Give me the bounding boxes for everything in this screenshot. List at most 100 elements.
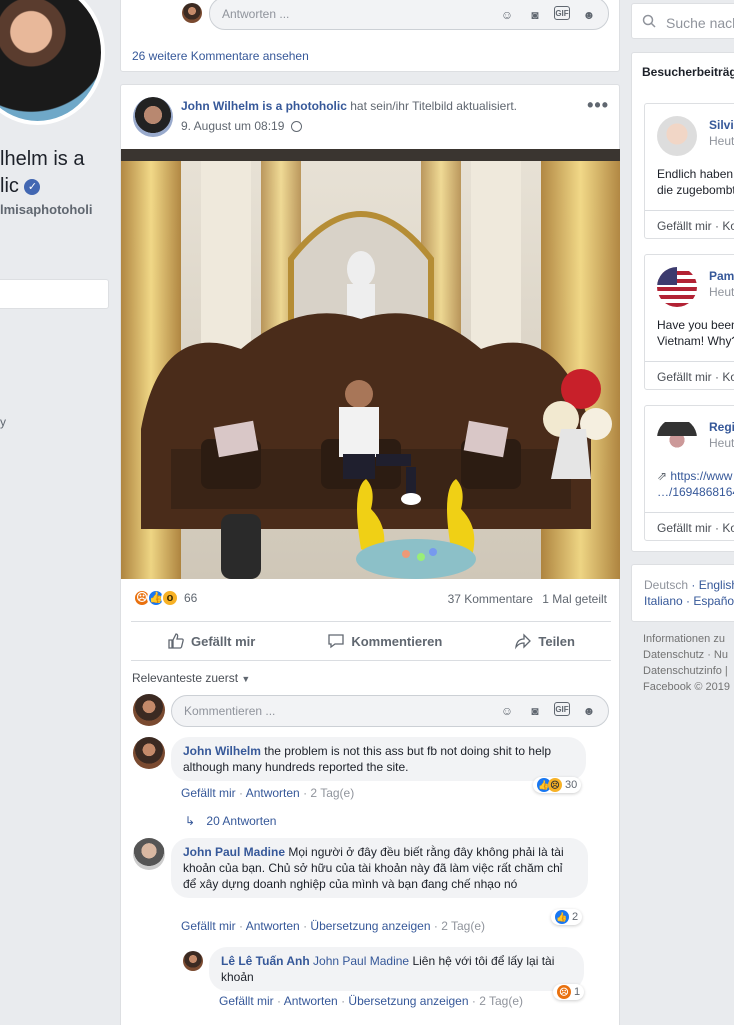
visitor-link[interactable]: …/1694868164 [657,484,734,500]
footer-links: Informationen zu Datenschutz · Nu Datens… [643,631,730,695]
comment-input[interactable]: Kommentieren ... ☺ ◙ GIF ☻ [171,695,609,727]
footer-link[interactable]: Datenschutz · Nu [643,647,730,663]
comment-reply-link[interactable]: Antworten [246,919,300,933]
reaction-number: 1 [574,986,581,998]
post-stats: 37 Kommentare 1 Mal geteilt [448,592,607,606]
visitor-text-line: Endlich haben [657,167,734,181]
post-card: John Wilhelm is a photoholic hat sein/ih… [120,84,620,1025]
share-label: Teilen [538,633,575,649]
reply-actions: Gefällt mir · Antworten · Übersetzung an… [219,994,524,1008]
reply-reply-link[interactable]: Antworten [284,994,338,1008]
visitor-time[interactable]: Heute [709,436,734,450]
share-icon: ⇗ [657,469,668,483]
comment-author[interactable]: John Paul Madine [183,845,285,859]
reply-avatar [182,3,202,23]
comment-like-link[interactable]: Gefällt mir [181,919,236,933]
reply-reaction-count[interactable]: ☹ 1 [553,984,585,1000]
visitor-name[interactable]: Regi [709,420,734,434]
emoji-icon[interactable]: ☺ [498,702,516,720]
comments-count[interactable]: 37 Kommentare [448,592,533,606]
visitor-time[interactable]: Heute [709,134,734,148]
comment-like-link[interactable]: Gefällt mir [181,786,236,800]
footer-link[interactable]: Informationen zu [643,631,730,647]
cover-photo-illustration [121,149,620,579]
thumbs-up-icon [168,633,184,649]
share-button[interactable]: Teilen [514,632,575,650]
cover-photo[interactable] [121,149,620,579]
search-input[interactable]: Suche nach [631,3,734,39]
visitor-post: Silvi Heute Endlich haben die zugebombt … [644,103,734,239]
like-button[interactable]: Gefällt mir [167,632,255,650]
post-date[interactable]: 9. August um 08:19 [181,119,284,133]
footer-copyright: Facebook © 2019 [643,681,730,693]
left-tick: y [0,415,6,429]
like-reaction-icon: 👍 [555,910,569,924]
left-column: lhelm is a lic ✓ lmisaphotoholi y [0,0,112,1025]
post-menu-button[interactable]: ••• [587,95,609,116]
comment-avatar[interactable] [133,737,165,769]
flag-canton [657,267,677,285]
language-option[interactable]: English [699,578,734,592]
comment-label: Kommentieren [351,633,443,649]
profile-picture[interactable] [0,0,105,125]
left-nav-box[interactable] [0,279,109,309]
language-row: Italiano · Españo [644,594,734,608]
sticker-icon[interactable]: ☻ [580,6,598,24]
reply-time[interactable]: 2 Tag(e) [479,994,523,1008]
like-label: Gefällt mir [191,633,256,649]
emoji-icon[interactable]: ☺ [498,6,516,24]
profile-handle[interactable]: lmisaphotoholi [0,202,112,217]
verified-badge-icon: ✓ [24,178,41,195]
visitor-time[interactable]: Heute [709,285,734,299]
visitor-text: Have you been Vietnam! Why? [657,317,734,349]
sticker-icon[interactable]: ☻ [580,702,598,720]
reply-input-icons: ☺ ◙ GIF ☻ [498,6,598,24]
comment-reply-link[interactable]: Antworten [246,786,300,800]
camera-icon[interactable]: ◙ [526,702,544,720]
visitor-post: Regi Heute ⇗ https://www …/1694868164 Ge… [644,405,734,541]
gif-icon[interactable]: GIF [554,702,570,716]
visitor-name[interactable]: Pame [709,269,734,283]
visitor-post-actions[interactable]: Gefällt mir · Ko [645,512,734,543]
profile-name-line1: lhelm is a [0,148,85,170]
reply-mention[interactable]: John Paul Madine [313,954,409,968]
reaction-number: 2 [572,911,579,923]
search-placeholder: Suche nach [666,15,734,31]
visitor-avatar[interactable] [657,267,697,307]
reply-input[interactable]: Antworten ... ☺ ◙ GIF ☻ [209,0,609,30]
visitor-post-actions[interactable]: Gefällt mir · Ko [645,361,734,392]
reaction-count: 66 [184,591,198,605]
visitor-link[interactable]: https://www [670,469,732,483]
comment-translate-link[interactable]: Übersetzung anzeigen [310,919,430,933]
comment-avatar[interactable] [133,838,165,870]
visitor-avatar[interactable] [657,418,697,458]
reply-translate-link[interactable]: Übersetzung anzeigen [348,994,468,1008]
post-author-avatar[interactable] [133,97,173,137]
visitor-avatar[interactable] [657,116,697,156]
visitor-text-line: Vietnam! Why? [657,334,734,348]
post-author[interactable]: John Wilhelm is a photoholic [181,99,347,113]
comment-bubble: John Paul Madine Mọi người ở đây đều biế… [171,838,588,898]
comment-sort-dropdown[interactable]: Relevanteste zuerst ▼ [132,671,250,685]
language-option[interactable]: Españo [693,594,734,608]
view-replies-link[interactable]: ↳ 20 Antworten [185,814,276,828]
profile-name[interactable]: lhelm is a lic ✓ [0,146,112,200]
footer-link[interactable]: Datenschutzinfo | [643,663,730,679]
camera-icon[interactable]: ◙ [526,6,544,24]
gif-icon[interactable]: GIF [554,6,570,20]
language-option[interactable]: Italiano [644,594,683,608]
comment-reaction-count[interactable]: 👍 ☹ 30 [533,777,582,793]
more-comments-link[interactable]: 26 weitere Kommentare ansehen [132,49,309,63]
visitor-post-actions[interactable]: Gefällt mir · Ko [645,210,734,241]
reply-like-link[interactable]: Gefällt mir [219,994,274,1008]
reaction-summary[interactable]: ☹ 👍 o 66 [133,589,197,607]
comment-time[interactable]: 2 Tag(e) [310,786,354,800]
reply-author[interactable]: Lê Lê Tuấn Anh [221,954,310,968]
comment-button[interactable]: Kommentieren [327,632,442,650]
reply-avatar[interactable] [183,951,203,971]
comment-time[interactable]: 2 Tag(e) [441,919,485,933]
comment-reaction-count[interactable]: 👍 2 [551,909,583,925]
shares-count[interactable]: 1 Mal geteilt [542,592,607,606]
comment-author[interactable]: John Wilhelm [183,744,261,758]
visitor-name[interactable]: Silvi [709,118,734,132]
